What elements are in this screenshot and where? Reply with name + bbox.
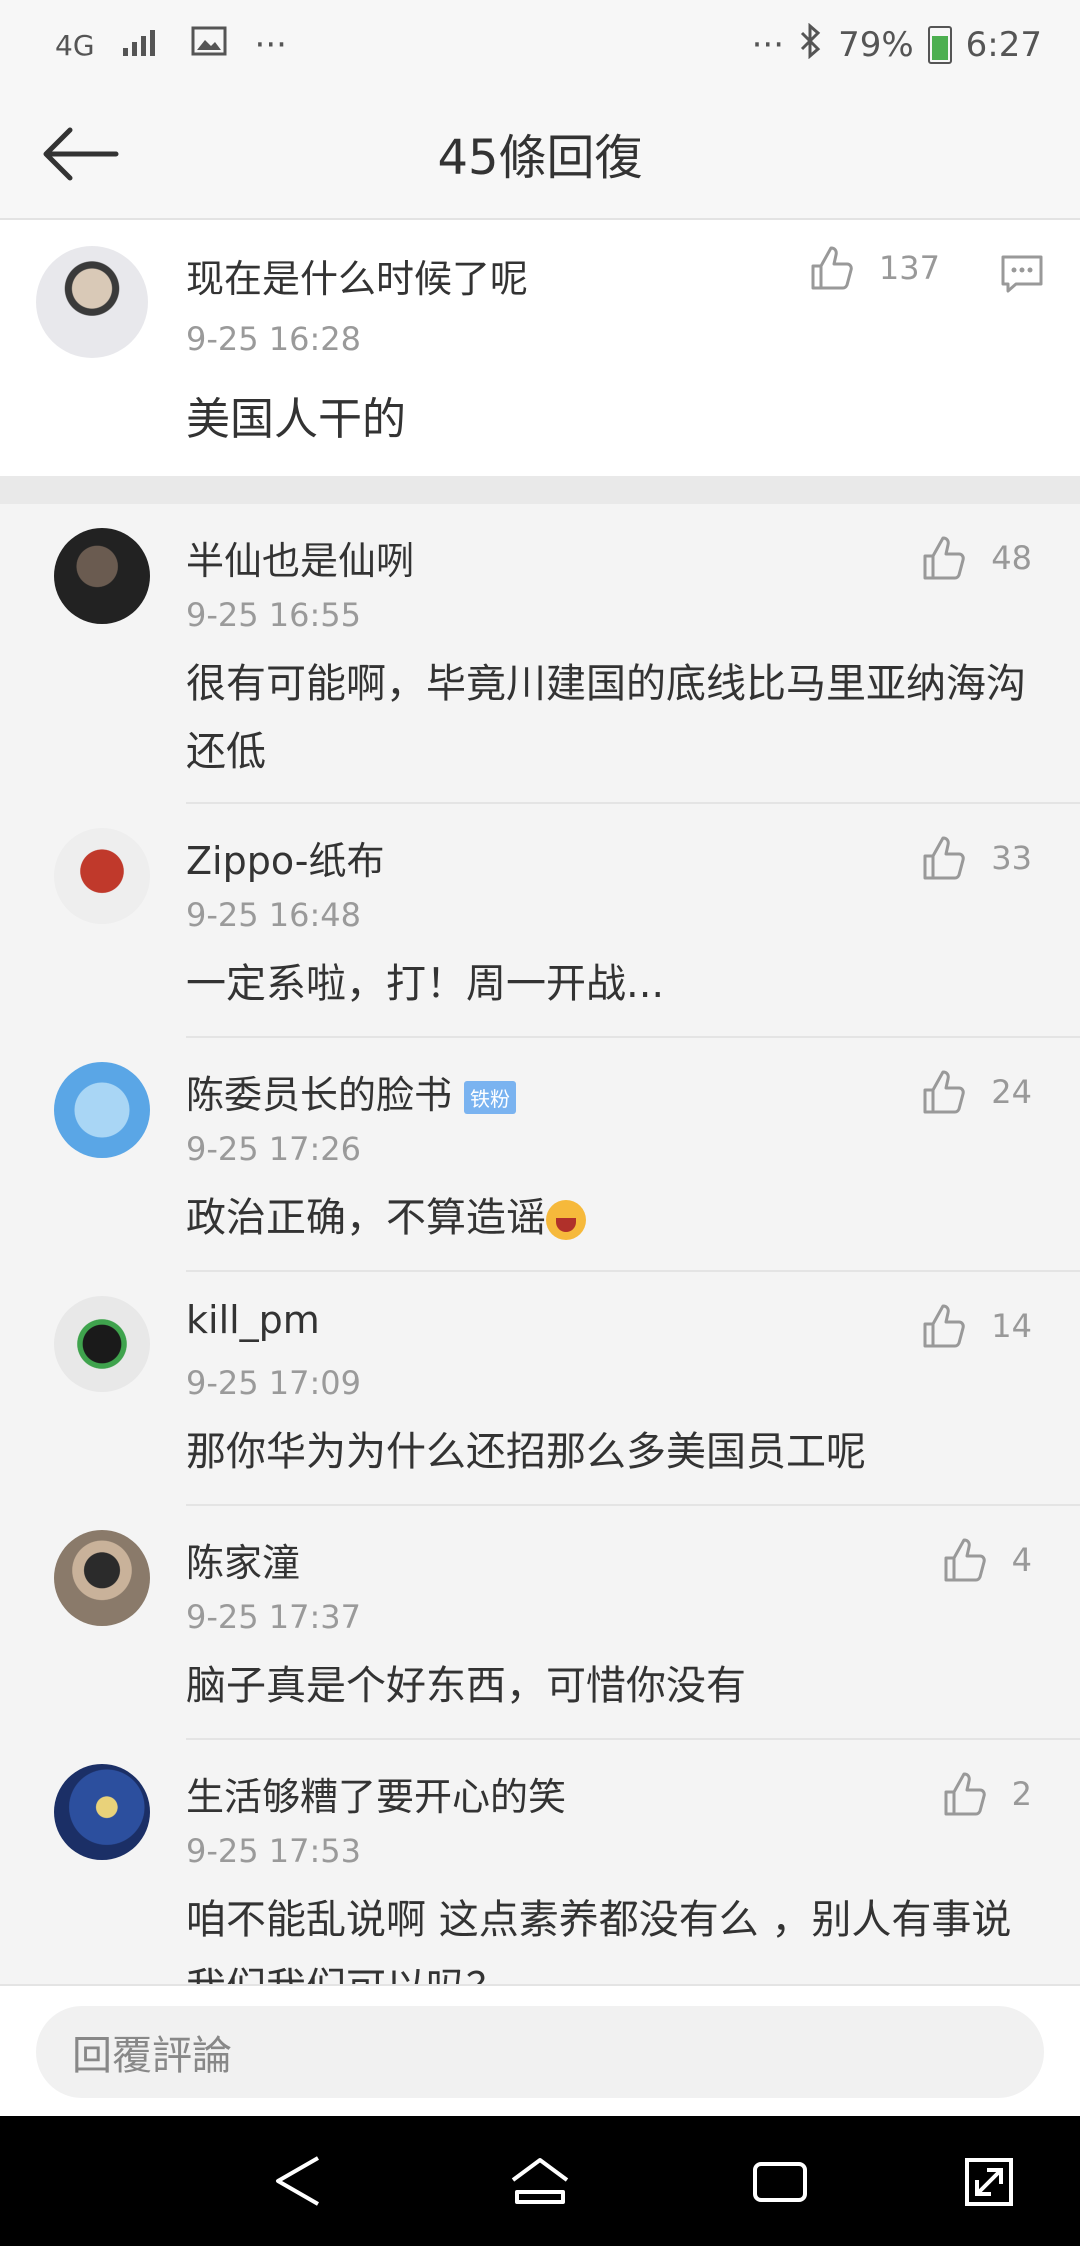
comment-text: 一定系啦，打！周一开战...: [186, 961, 665, 1007]
avatar[interactable]: [54, 1062, 150, 1158]
battery-percent: 79%: [838, 25, 914, 65]
thumbs-up-icon: [923, 1070, 966, 1114]
like-count: 33: [991, 839, 1032, 877]
comment-text: 咱不能乱说啊 这点素养都没有么 ，别人有事说我们我们可以吗？: [186, 1897, 1012, 1984]
home-icon: [511, 2158, 569, 2204]
comment-time: 9-25 17:53: [186, 1832, 362, 1870]
title-bar: 45條回復: [0, 90, 1080, 220]
comment-author[interactable]: 陈家潼: [186, 1532, 300, 1587]
comment-author[interactable]: 现在是什么时候了呢: [186, 248, 528, 303]
like-button[interactable]: 137: [807, 244, 940, 292]
comment-author[interactable]: 半仙也是仙咧: [186, 530, 414, 585]
like-count: 4: [1011, 1541, 1032, 1579]
status-overflow-right: ···: [751, 25, 785, 65]
list-item: 半仙也是仙咧 9-25 16:55 很有可能啊，毕竟川建国的底线比马里亚纳海沟还…: [0, 504, 1080, 804]
reply-list: 半仙也是仙咧 9-25 16:55 很有可能啊，毕竟川建国的底线比马里亚纳海沟还…: [0, 504, 1080, 1984]
system-nav-bar: [0, 2116, 1080, 2246]
thumbs-up-icon: [811, 246, 853, 290]
comment-time: 9-25 16:48: [186, 896, 362, 934]
nav-recents-button[interactable]: [747, 2152, 813, 2210]
signal-icon: [122, 25, 163, 65]
list-item: 陈委员长的脸书 铁粉 9-25 17:26 政治正确，不算造谣 24: [0, 1038, 1080, 1272]
comment-author[interactable]: 陈委员长的脸书 铁粉: [186, 1064, 517, 1119]
comment-time: 9-25 16:55: [186, 596, 362, 634]
expand-icon: [965, 2158, 1013, 2206]
avatar[interactable]: [54, 828, 150, 924]
recents-icon: [753, 2162, 807, 2202]
reply-icon[interactable]: [1000, 254, 1044, 298]
comment-text: 脑子真是个好东西，可惜你没有: [186, 1663, 746, 1709]
comment-time: 9-25 17:09: [186, 1364, 362, 1402]
comment-text: 那你华为为什么还招那么多美国员工呢: [186, 1429, 866, 1475]
comment-time: 9-25 17:37: [186, 1598, 362, 1636]
list-item: Zippo-纸布 9-25 16:48 一定系啦，打！周一开战... 33: [0, 804, 1080, 1038]
laughing-emoji-icon: [546, 1200, 586, 1240]
nav-back-button[interactable]: [268, 2152, 334, 2210]
comment-author[interactable]: Zippo-纸布: [186, 830, 385, 885]
triangle-back-icon: [276, 2156, 319, 2206]
list-item: 陈家潼 9-25 17:37 脑子真是个好东西，可惜你没有 4: [0, 1506, 1080, 1740]
page-title: 45條回復: [437, 130, 643, 186]
comment-time: 9-25 17:26: [186, 1130, 362, 1168]
status-overflow: ···: [254, 25, 287, 65]
avatar[interactable]: [54, 528, 150, 624]
like-button[interactable]: 48: [919, 534, 1032, 582]
bluetooth-icon: [798, 22, 824, 68]
like-count: 24: [991, 1073, 1032, 1111]
like-button[interactable]: 14: [919, 1302, 1032, 1350]
comment-text: 政治正确，不算造谣: [186, 1195, 546, 1241]
thumbs-up-icon: [944, 1772, 986, 1816]
avatar[interactable]: [36, 246, 148, 358]
image-icon: [191, 25, 227, 65]
like-button[interactable]: 24: [919, 1068, 1032, 1116]
comment-text: 很有可能啊，毕竟川建国的底线比马里亚纳海沟还低: [186, 661, 1026, 775]
network-indicator: 4G: [55, 28, 95, 62]
reply-input[interactable]: 回覆評論: [36, 2006, 1044, 2098]
comment-author[interactable]: kill_pm: [186, 1298, 320, 1342]
thumbs-up-icon: [944, 1538, 986, 1582]
status-bar: 4G ··· ··· 79% 6:27: [0, 0, 1080, 90]
clock: 6:27: [965, 25, 1042, 65]
list-item: 生活够糟了要开心的笑 9-25 17:53 咱不能乱说啊 这点素养都没有么 ，别…: [0, 1740, 1080, 1984]
comment-author-name: 陈委员长的脸书: [186, 1073, 453, 1117]
like-count: 14: [991, 1307, 1032, 1345]
original-comment: 现在是什么时候了呢 9-25 16:28 美国人干的 137: [0, 220, 1080, 476]
fan-badge: 铁粉: [464, 1081, 517, 1114]
thumbs-up-icon: [923, 1304, 966, 1348]
like-button[interactable]: 2: [940, 1770, 1032, 1818]
comment-text-wrap: 政治正确，不算造谣: [186, 1184, 1032, 1252]
section-divider: [0, 476, 1080, 504]
avatar[interactable]: [54, 1764, 150, 1860]
nav-expand-button[interactable]: [955, 2152, 1021, 2210]
like-count: 2: [1011, 1775, 1032, 1813]
like-count: 48: [991, 539, 1032, 577]
reply-bar: 回覆評論: [0, 1984, 1080, 2118]
comment-time: 9-25 16:28: [186, 320, 362, 358]
like-button[interactable]: 33: [919, 834, 1032, 882]
comment-text: 美国人干的: [186, 394, 406, 445]
thumbs-up-icon: [923, 836, 966, 880]
like-count: 137: [878, 249, 940, 287]
nav-home-button[interactable]: [507, 2152, 573, 2210]
like-button[interactable]: 4: [940, 1536, 1032, 1584]
battery-icon: [927, 26, 952, 64]
comment-author[interactable]: 生活够糟了要开心的笑: [186, 1766, 566, 1821]
avatar[interactable]: [54, 1530, 150, 1626]
list-item: kill_pm 9-25 17:09 那你华为为什么还招那么多美国员工呢 14: [0, 1272, 1080, 1506]
thumbs-up-icon: [923, 536, 966, 580]
avatar[interactable]: [54, 1296, 150, 1392]
